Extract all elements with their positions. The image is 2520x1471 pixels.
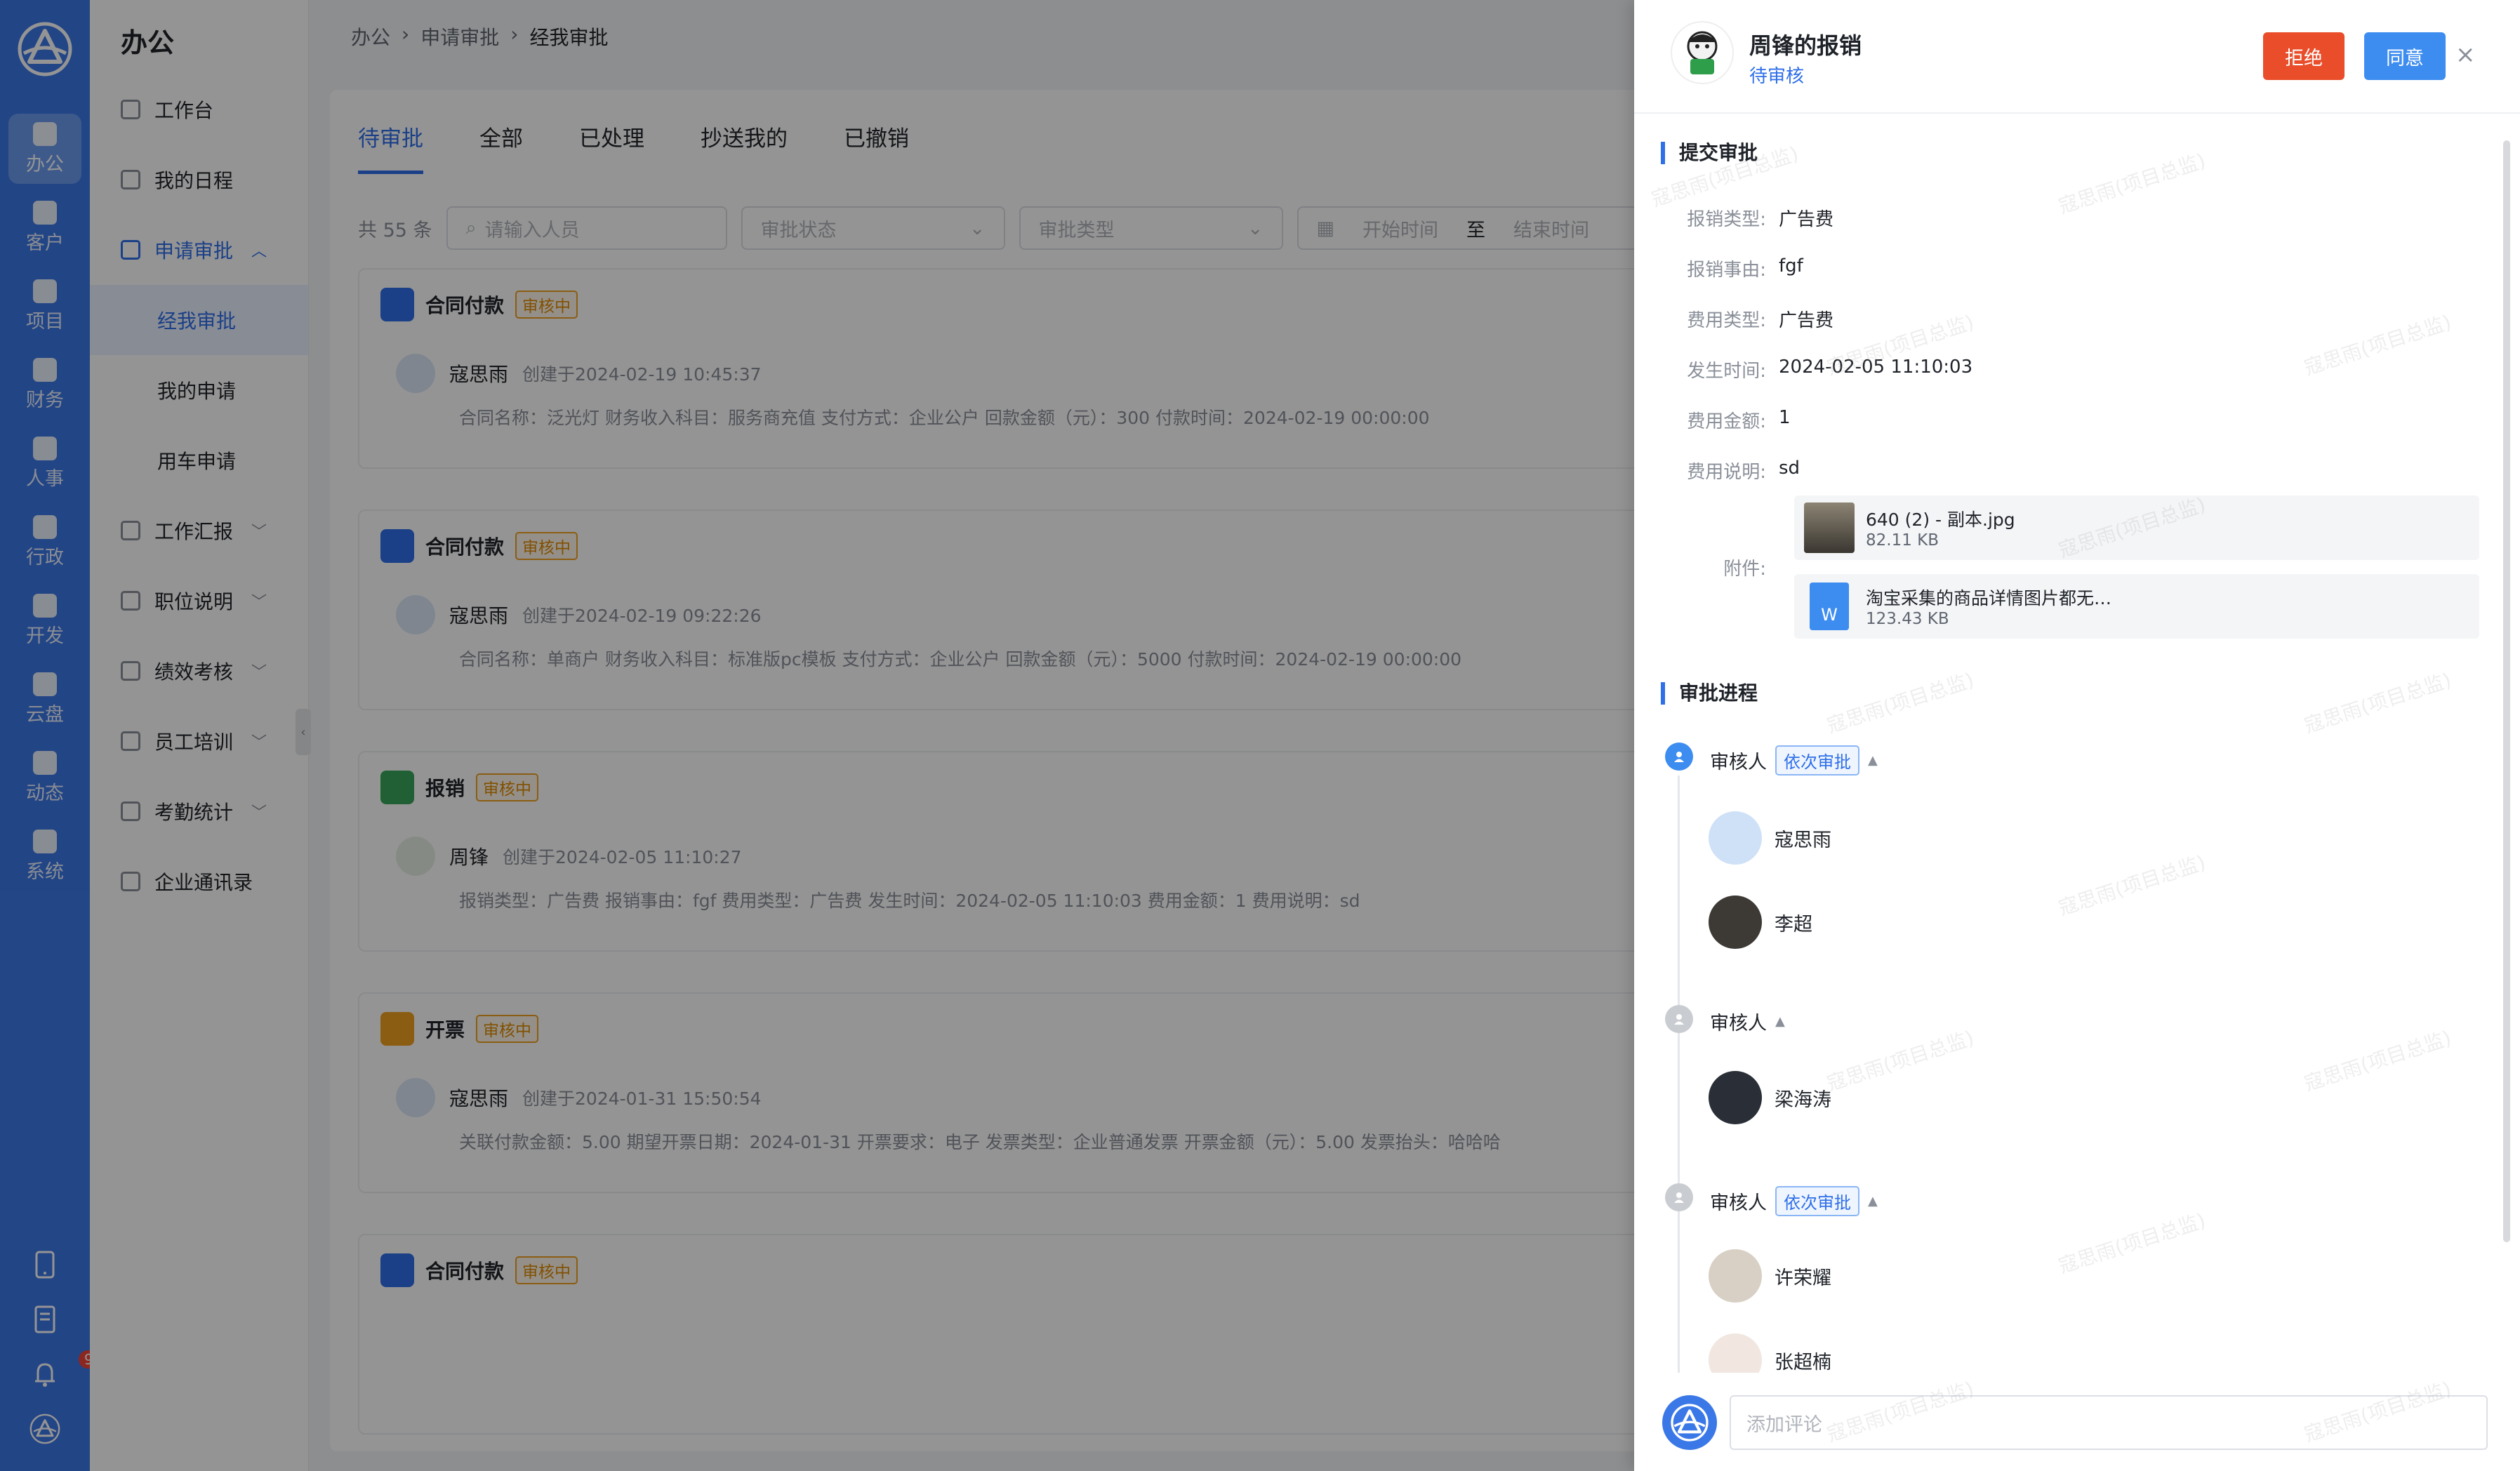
section-process-title: 审批进程 <box>1661 682 1758 705</box>
attachment-info: 淘宝采集的商品详情图片都无… 123.43 KB <box>1866 585 2111 628</box>
person-name: 许荣耀 <box>1775 1267 1831 1289</box>
comment-input[interactable]: 添加评论 <box>1730 1395 2488 1450</box>
field-value: fgf <box>1779 255 1803 277</box>
step-header: 审核人 依次审批 ▲ <box>1710 745 1878 776</box>
modal-overlay[interactable] <box>0 0 1634 1471</box>
person-name: 李超 <box>1775 913 1812 936</box>
person-name: 梁海涛 <box>1775 1089 1831 1111</box>
field-row: 发生时间: 2024-02-05 11:10:03 <box>1634 357 2520 385</box>
watermark: 寇思雨(项目总监) <box>1824 668 1977 738</box>
current-user-avatar <box>1662 1395 1717 1450</box>
step-mode-tag: 依次审批 <box>1775 1186 1859 1216</box>
approver-person: 寇思雨 <box>1709 811 1831 865</box>
approver-person: 李超 <box>1709 896 1812 949</box>
field-row: 费用金额: 1 <box>1634 407 2520 435</box>
drawer-scrollbar[interactable] <box>2503 140 2510 1242</box>
word-file-icon: W <box>1810 583 1849 630</box>
field-label: 报销事由: <box>1687 260 1766 281</box>
field-label: 附件: <box>1723 559 1766 580</box>
avatar <box>1709 1249 1762 1303</box>
attachment-item[interactable]: 640 (2) - 副本.jpg 82.11 KB <box>1794 495 2479 560</box>
step-mode-tag: 依次审批 <box>1775 745 1859 776</box>
attachment-item[interactable]: W 淘宝采集的商品详情图片都无… 123.43 KB <box>1794 574 2479 639</box>
field-row: 报销类型: 广告费 <box>1634 205 2520 233</box>
field-value: sd <box>1779 458 1801 479</box>
approve-button[interactable]: 同意 <box>2364 32 2446 80</box>
field-label: 费用金额: <box>1687 411 1766 432</box>
person-name: 寇思雨 <box>1775 829 1831 851</box>
field-row: 费用类型: 广告费 <box>1634 306 2520 334</box>
field-value: 2024-02-05 11:10:03 <box>1779 357 1973 378</box>
attachment-size: 82.11 KB <box>1866 531 1939 550</box>
approver-person: 梁海涛 <box>1709 1071 1831 1124</box>
comment-footer: 添加评论 <box>1634 1373 2520 1471</box>
collapse-triangle-icon[interactable]: ▲ <box>1868 1194 1878 1209</box>
attachment-name: 640 (2) - 副本.jpg <box>1866 510 2015 530</box>
process-timeline-line <box>1678 776 1680 1379</box>
approver-node-icon <box>1665 1005 1693 1033</box>
field-row: 报销事由: fgf <box>1634 255 2520 284</box>
drawer-status: 待审核 <box>1749 66 1805 87</box>
field-value: 广告费 <box>1779 310 1834 331</box>
attachment-info: 640 (2) - 副本.jpg 82.11 KB <box>1866 506 2015 550</box>
field-value: 1 <box>1779 407 1791 428</box>
avatar <box>1709 896 1762 949</box>
step-label: 审核人 <box>1710 1192 1767 1214</box>
drawer-header: 周锋的报销 待审核 拒绝 同意 × <box>1634 0 2520 114</box>
field-label: 费用说明: <box>1687 462 1766 483</box>
watermark: 寇思雨(项目总监) <box>2301 1026 2455 1096</box>
attachment-name: 淘宝采集的商品详情图片都无… <box>1866 588 2112 608</box>
step-header: 审核人 ▲ <box>1710 1008 1785 1035</box>
attachment-size: 123.43 KB <box>1866 610 1949 628</box>
watermark: 寇思雨(项目总监) <box>1824 1026 1977 1096</box>
approval-detail-drawer: 周锋的报销 待审核 拒绝 同意 × 提交审批 报销类型: 广告费 报销事由: fgf… <box>1634 0 2520 1471</box>
field-label: 报销类型: <box>1687 209 1766 230</box>
avatar <box>1709 811 1762 865</box>
field-label: 费用类型: <box>1687 310 1766 331</box>
collapse-triangle-icon[interactable]: ▲ <box>1868 753 1878 768</box>
step-header: 审核人 依次审批 ▲ <box>1710 1186 1878 1216</box>
approver-node-icon <box>1665 743 1693 771</box>
reject-button[interactable]: 拒绝 <box>2263 32 2345 80</box>
section-submit-title: 提交审批 <box>1661 142 1758 164</box>
applicant-avatar <box>1671 21 1734 84</box>
step-label: 审核人 <box>1710 752 1767 773</box>
person-name: 张超楠 <box>1775 1351 1831 1373</box>
field-row: 费用说明: sd <box>1634 458 2520 486</box>
app-root: 办公 客户 项目 财务 人事 行政 开发 云盘 动态 系统 99+ 办公 工作台… <box>0 0 2520 1471</box>
approver-person: 许荣耀 <box>1709 1249 1831 1303</box>
field-label: 发生时间: <box>1687 361 1766 382</box>
drawer-title: 周锋的报销 <box>1749 32 1862 59</box>
field-value: 广告费 <box>1779 209 1834 230</box>
watermark: 寇思雨(项目总监) <box>2055 1209 2209 1278</box>
step-label: 审核人 <box>1710 1013 1767 1034</box>
avatar <box>1709 1071 1762 1124</box>
watermark: 寇思雨(项目总监) <box>2055 851 2209 920</box>
collapse-triangle-icon[interactable]: ▲ <box>1775 1014 1785 1029</box>
image-file-icon <box>1804 502 1855 553</box>
approver-node-icon <box>1665 1183 1693 1211</box>
close-icon[interactable]: × <box>2455 41 2476 69</box>
comment-placeholder: 添加评论 <box>1746 1413 1822 1436</box>
watermark: 寇思雨(项目总监) <box>2301 668 2455 738</box>
